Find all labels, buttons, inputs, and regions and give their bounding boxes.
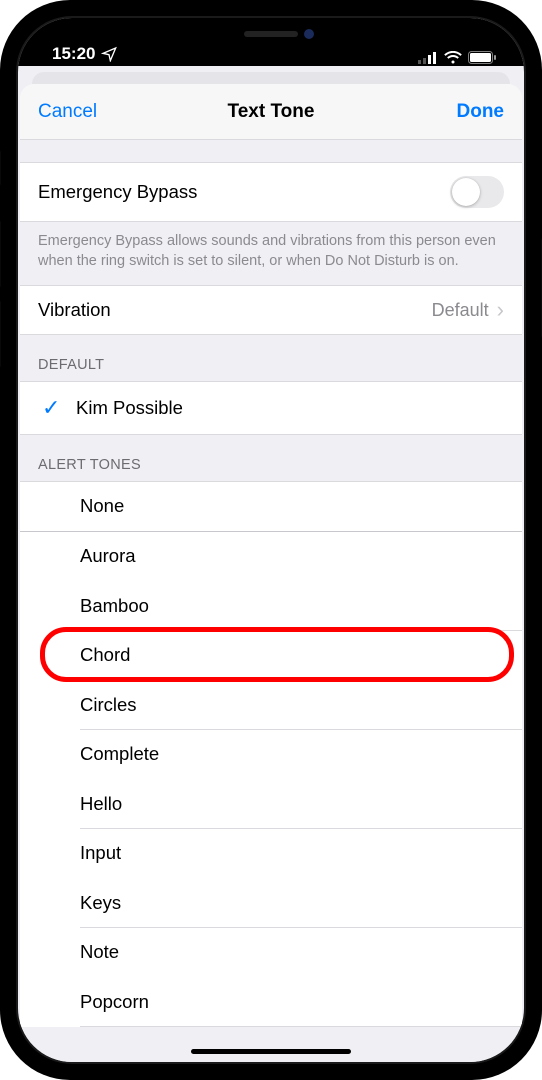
settings-scroll[interactable]: Emergency Bypass Emergency Bypass allows… xyxy=(20,140,522,1062)
alert-tone-label: Input xyxy=(80,842,121,864)
cellular-signal-icon xyxy=(418,52,438,64)
alert-tone-label: Note xyxy=(80,941,119,963)
vibration-label: Vibration xyxy=(38,299,111,321)
navigation-bar: Cancel Text Tone Done xyxy=(20,84,522,140)
checkmark-icon: ✓ xyxy=(42,395,60,421)
text-tone-modal: Cancel Text Tone Done Emergency Bypass xyxy=(20,84,522,1062)
alert-tone-row[interactable]: Hello xyxy=(20,779,522,829)
wifi-icon xyxy=(444,51,462,64)
emergency-bypass-switch[interactable] xyxy=(450,176,504,208)
emergency-bypass-label: Emergency Bypass xyxy=(38,181,197,203)
alert-tone-label: Hello xyxy=(80,793,122,815)
alert-tone-row[interactable]: None xyxy=(20,482,522,532)
alert-tone-label: Keys xyxy=(80,892,121,914)
alert-tone-row[interactable]: Aurora xyxy=(20,532,522,582)
alert-tone-row[interactable]: Keys xyxy=(20,878,522,928)
alert-tone-label: Aurora xyxy=(80,545,136,567)
alert-tones-header: ALERT TONES xyxy=(20,435,522,481)
battery-icon xyxy=(468,51,496,64)
alert-tone-label: None xyxy=(80,495,124,517)
default-tone-row[interactable]: ✓ Kim Possible xyxy=(20,381,522,435)
vibration-row[interactable]: Vibration Default › xyxy=(20,285,522,335)
alert-tone-row[interactable]: Circles xyxy=(20,680,522,730)
alert-tone-label: Bamboo xyxy=(80,595,149,617)
alert-tone-label: Popcorn xyxy=(80,991,149,1013)
emergency-bypass-footer: Emergency Bypass allows sounds and vibra… xyxy=(20,222,522,285)
default-tone-label: Kim Possible xyxy=(76,397,183,419)
navigation-icon xyxy=(101,46,117,62)
device-notch xyxy=(166,18,376,50)
alert-tone-row[interactable]: Bamboo xyxy=(20,581,522,631)
chevron-right-icon: › xyxy=(497,299,504,321)
alert-tone-label: Chord xyxy=(80,644,130,666)
alert-tone-label: Circles xyxy=(80,694,137,716)
vibration-value: Default xyxy=(432,300,489,321)
home-indicator[interactable] xyxy=(191,1049,351,1054)
alert-tone-row[interactable]: Chord xyxy=(20,631,522,681)
done-button[interactable]: Done xyxy=(457,101,505,123)
status-time: 15:20 xyxy=(52,44,95,64)
alert-tone-label: Complete xyxy=(80,743,159,765)
alert-tone-row[interactable]: Complete xyxy=(20,730,522,780)
emergency-bypass-row[interactable]: Emergency Bypass xyxy=(20,162,522,222)
alert-tone-row[interactable]: Input xyxy=(20,829,522,879)
alert-tone-row[interactable]: Popcorn xyxy=(20,977,522,1027)
cancel-button[interactable]: Cancel xyxy=(38,101,97,123)
alert-tone-row[interactable]: Note xyxy=(20,928,522,978)
default-section-header: DEFAULT xyxy=(20,335,522,381)
